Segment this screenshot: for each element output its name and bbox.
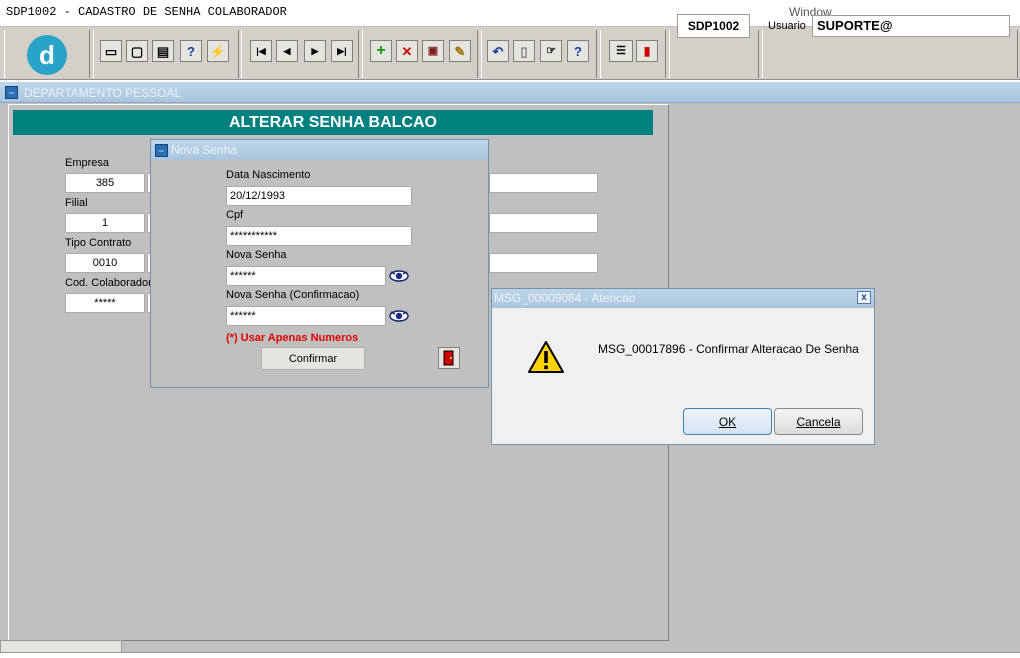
- data-nascimento-label: Data Nascimento: [226, 169, 311, 181]
- ok-button[interactable]: OK: [683, 408, 772, 435]
- empresa-label: Empresa: [65, 157, 110, 169]
- delete-record-icon: ✕: [401, 43, 413, 59]
- close-icon: x: [861, 292, 867, 303]
- eye-icon: [389, 309, 409, 322]
- window-icon: ⇔: [155, 144, 168, 157]
- filial-label: Filial: [65, 197, 88, 209]
- show-password-button[interactable]: [389, 267, 409, 284]
- hand-button[interactable]: ☞: [540, 40, 562, 62]
- clear-record-button[interactable]: ▣: [422, 40, 444, 62]
- window-title: SDP1002 - CADASTRO DE SENHA COLABORADOR: [6, 5, 287, 19]
- tipo-contrato-description-field[interactable]: [489, 253, 598, 273]
- screen-code-field: SDP1002: [677, 14, 750, 38]
- cancel-button[interactable]: Cancela: [774, 408, 863, 435]
- empresa-description-field[interactable]: [489, 173, 598, 193]
- department-window-title: DEPARTAMENTO PESSOAL: [24, 86, 182, 100]
- confirmacao-label: Nova Senha (Confirmacao): [226, 289, 360, 301]
- query-help-icon: ?: [187, 43, 195, 59]
- cpf-label: Cpf: [226, 209, 244, 221]
- cod-colaborador-field[interactable]: *****: [65, 293, 145, 313]
- close-button[interactable]: x: [857, 291, 871, 304]
- clipboard-icon: ▯: [520, 43, 528, 59]
- cpf-field[interactable]: ***********: [226, 226, 412, 246]
- delete-record-button[interactable]: ✕: [396, 40, 418, 62]
- last-record-button[interactable]: ▶|: [331, 40, 353, 62]
- app-logo: d: [27, 35, 67, 75]
- show-confirmation-button[interactable]: [389, 307, 409, 324]
- tipo-contrato-label: Tipo Contrato: [65, 237, 132, 249]
- save-button[interactable]: ▭: [100, 40, 122, 62]
- exit-icon: ▮: [643, 44, 651, 58]
- next-record-icon: ▶: [311, 45, 319, 56]
- first-record-icon: |◀: [256, 45, 266, 56]
- message-text: MSG_00017896 - Confirmar Alteracao De Se…: [598, 342, 859, 356]
- confirmacao-field[interactable]: ******: [226, 306, 386, 326]
- help-icon: ?: [574, 43, 582, 59]
- help-button[interactable]: ?: [567, 40, 589, 62]
- clipboard-button[interactable]: ▯: [513, 40, 535, 62]
- window-icon: ▢: [130, 43, 144, 59]
- cod-colaborador-label: Cod. Colaborador: [65, 277, 152, 289]
- usuario-field[interactable]: SUPORTE@: [812, 15, 1010, 37]
- empresa-field[interactable]: 385: [65, 173, 145, 193]
- usuario-label: Usuario: [768, 20, 806, 32]
- menu-icon: ☰: [616, 44, 626, 57]
- hand-icon: ☞: [546, 44, 556, 57]
- save-icon: ▭: [104, 43, 118, 59]
- insert-record-button[interactable]: +: [370, 40, 392, 62]
- data-nascimento-field[interactable]: 20/12/1993: [226, 186, 412, 206]
- menu-button[interactable]: ☰: [609, 40, 633, 62]
- clear-record-icon: ▣: [427, 44, 439, 57]
- tipo-contrato-field[interactable]: 0010: [65, 253, 145, 273]
- insert-record-icon: +: [376, 42, 386, 59]
- numbers-only-warning: (*) Usar Apenas Numeros: [226, 332, 359, 344]
- previous-record-button[interactable]: ◀: [276, 40, 298, 62]
- print-button[interactable]: ▤: [152, 40, 174, 62]
- nova-senha-title: Nova Senha: [171, 143, 238, 157]
- print-icon: ▤: [156, 43, 170, 59]
- nova-senha-field[interactable]: ******: [226, 266, 386, 286]
- previous-record-icon: ◀: [283, 45, 291, 56]
- status-strip: [0, 652, 1020, 658]
- undo-button[interactable]: ↶: [487, 40, 509, 62]
- execute-query-icon: ⚡: [209, 43, 227, 59]
- eye-icon: [389, 269, 409, 282]
- toolbar-group-user: [762, 30, 1018, 78]
- warning-icon: [527, 340, 565, 374]
- nova-senha-label: Nova Senha: [226, 249, 287, 261]
- form-header: ALTERAR SENHA BALCAO: [13, 110, 653, 135]
- edit-record-button[interactable]: ✎: [449, 40, 471, 62]
- edit-record-icon: ✎: [454, 43, 466, 59]
- undo-icon: ↶: [492, 43, 504, 59]
- query-help-button[interactable]: ?: [180, 40, 202, 62]
- execute-query-button[interactable]: ⚡: [207, 40, 229, 62]
- exit-button[interactable]: ▮: [636, 40, 658, 62]
- next-record-button[interactable]: ▶: [304, 40, 326, 62]
- filial-field[interactable]: 1: [65, 213, 145, 233]
- confirmar-button[interactable]: Confirmar: [261, 347, 365, 370]
- last-record-icon: ▶|: [337, 45, 347, 56]
- filial-description-field[interactable]: [489, 213, 598, 233]
- message-title: MSG_00009084 - Atencao: [494, 291, 636, 305]
- window-icon: ⇔: [5, 86, 18, 99]
- window-button[interactable]: ▢: [126, 40, 148, 62]
- exit-icon: [443, 350, 454, 366]
- first-record-button[interactable]: |◀: [250, 40, 272, 62]
- dialog-exit-button[interactable]: [438, 347, 460, 369]
